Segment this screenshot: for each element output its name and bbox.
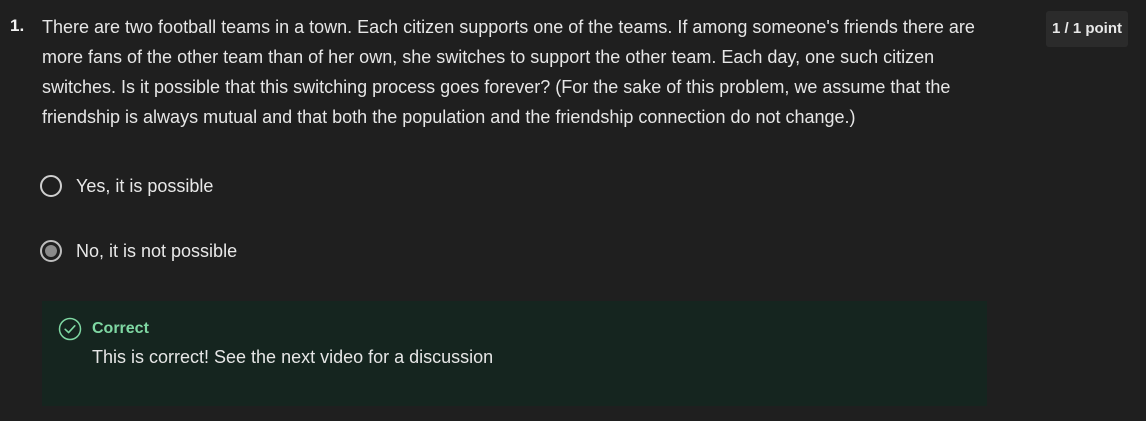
- question-number: 1.: [10, 16, 25, 35]
- option-label: Yes, it is possible: [76, 176, 214, 196]
- option-yes-radio[interactable]: Yes, it is possible: [40, 174, 213, 198]
- points-badge: 1 / 1 point: [1046, 11, 1129, 47]
- radio-unselected-icon[interactable]: [40, 175, 62, 197]
- radio-selected-icon[interactable]: [40, 240, 62, 262]
- question-text: There are two football teams in a town. …: [42, 17, 975, 127]
- check-circle-icon: [58, 317, 82, 341]
- option-no-radio[interactable]: No, it is not possible: [40, 239, 237, 263]
- feedback-status: Correct: [92, 320, 149, 337]
- option-label: No, it is not possible: [76, 241, 238, 261]
- feedback-box: Correct This is correct! See the next vi…: [42, 301, 987, 406]
- feedback-message: This is correct! See the next video for …: [92, 347, 494, 367]
